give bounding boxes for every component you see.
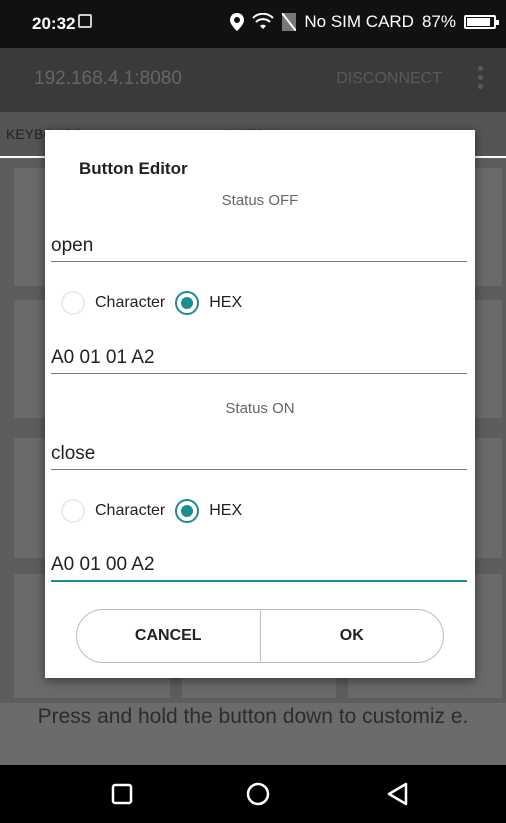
on-hex-radio[interactable]: [175, 499, 200, 523]
off-hex-label: HEX: [209, 294, 243, 311]
image-notification-icon: [78, 14, 92, 28]
button-editor-dialog: Button Editor Status OFF open Character …: [45, 130, 475, 678]
off-format-radio-group: Character HEX: [61, 288, 242, 318]
cancel-button[interactable]: CANCEL: [77, 610, 261, 662]
on-name-field[interactable]: close: [51, 443, 467, 470]
carrier-text: No SIM CARD: [304, 12, 414, 31]
clock: 20:32: [32, 14, 76, 33]
disconnect-button[interactable]: DISCONNECT: [336, 70, 442, 88]
status-icons: No SIM CARD 87%: [230, 12, 499, 32]
status-on-heading: Status ON: [225, 400, 295, 417]
app-bar: 192.168.4.1:8080 DISCONNECT: [0, 48, 506, 112]
status-bar: 20:32 No SIM CARD 87%: [0, 0, 506, 48]
off-name-field[interactable]: open: [51, 235, 467, 262]
off-hex-radio[interactable]: [175, 291, 200, 315]
customize-hint: Press and hold the button down to custom…: [0, 703, 506, 765]
battery-icon: [464, 15, 499, 29]
dialog-title: Button Editor: [79, 159, 188, 178]
home-icon[interactable]: [228, 765, 288, 823]
location-icon: [230, 13, 245, 31]
no-sim-icon: [282, 13, 297, 31]
app-title: 192.168.4.1:8080: [34, 68, 182, 89]
on-data-field[interactable]: A0 01 00 A2: [51, 554, 467, 582]
status-off-heading: Status OFF: [221, 192, 299, 209]
off-data-field[interactable]: A0 01 01 A2: [51, 347, 467, 374]
back-icon[interactable]: [368, 765, 428, 823]
on-character-label: Character: [95, 502, 166, 519]
on-hex-label: HEX: [209, 502, 243, 519]
wifi-icon: [252, 13, 275, 29]
navigation-bar: [0, 765, 506, 823]
on-character-radio[interactable]: [61, 499, 85, 523]
off-character-label: Character: [95, 294, 166, 311]
overflow-menu-icon[interactable]: [478, 66, 484, 93]
dialog-button-group: CANCEL OK: [76, 609, 444, 663]
off-character-radio[interactable]: [61, 291, 85, 315]
recent-apps-icon[interactable]: [92, 765, 152, 823]
on-format-radio-group: Character HEX: [61, 496, 242, 526]
battery-percent: 87%: [421, 12, 456, 31]
ok-button[interactable]: OK: [261, 610, 444, 662]
